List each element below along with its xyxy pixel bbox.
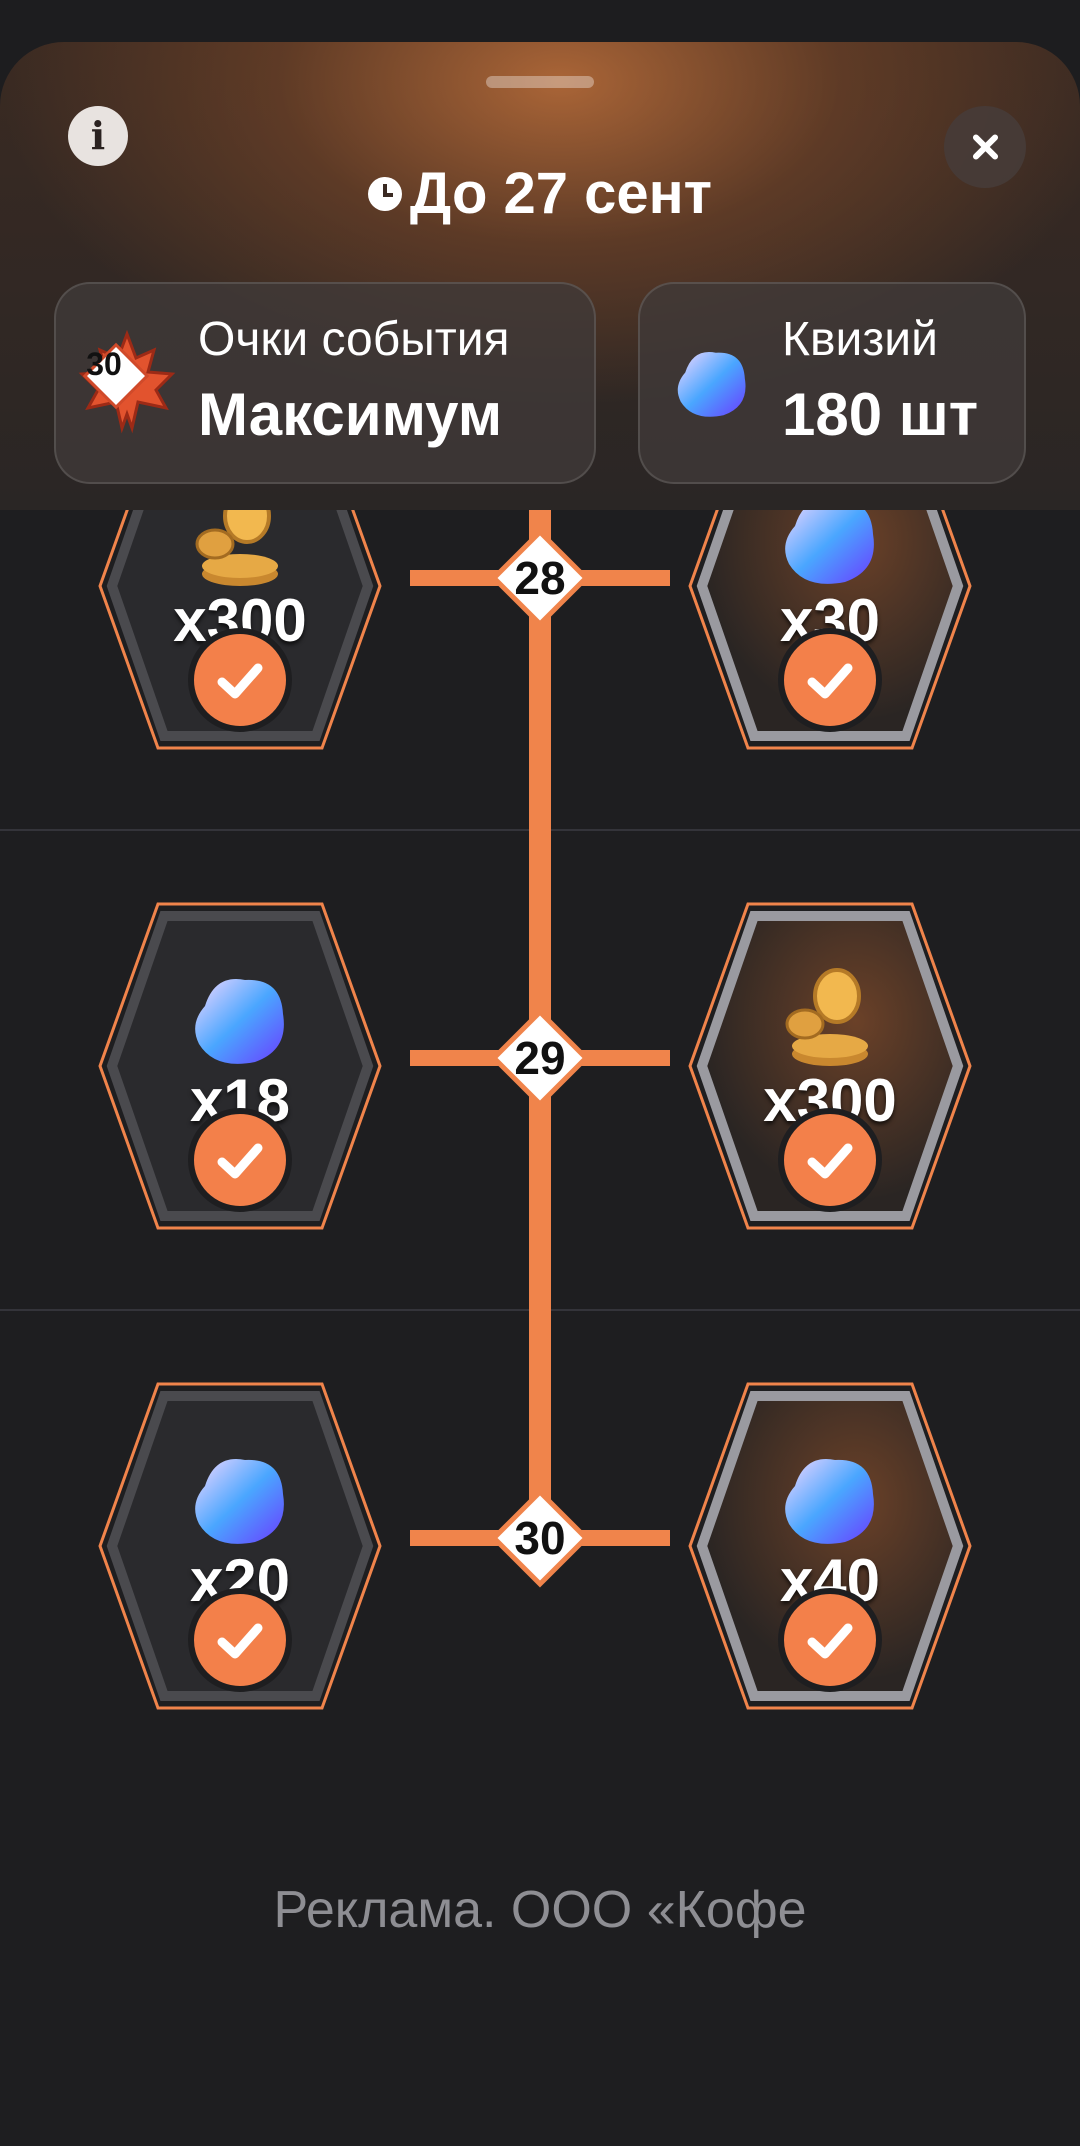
level-badge: 30 xyxy=(490,1488,590,1588)
reward-node-right[interactable]: x300 xyxy=(680,886,980,1232)
maple-leaf-icon xyxy=(78,329,176,434)
level-badge: 28 xyxy=(490,528,590,628)
claimed-check xyxy=(188,1588,292,1692)
clock-icon xyxy=(367,176,402,211)
gem-icon xyxy=(195,1459,284,1544)
claimed-check xyxy=(188,1108,292,1212)
check-icon xyxy=(217,1143,263,1179)
claimed-check xyxy=(778,628,882,732)
info-icon[interactable]: i xyxy=(68,106,128,166)
check-icon xyxy=(807,663,853,699)
rewards-sheet: x300 28 x30 x18 29 x300 x20 30 x40 Рекла… xyxy=(0,42,1080,2146)
currency-value: 180 шт xyxy=(782,381,979,448)
claimed-check xyxy=(778,1588,882,1692)
event-points-card: 30 Очки события Максимум xyxy=(54,282,596,484)
deadline-text: До 27 сент xyxy=(409,161,713,226)
check-icon xyxy=(807,1143,853,1179)
reward-node-right[interactable]: x40 xyxy=(680,1366,980,1712)
currency-card: Квизий 180 шт xyxy=(638,282,1026,484)
drag-handle[interactable] xyxy=(486,76,594,88)
event-points-label: Очки события xyxy=(198,313,510,366)
check-icon xyxy=(217,1623,263,1659)
gem-icon xyxy=(785,1459,874,1544)
check-icon xyxy=(217,663,263,699)
reward-node-left[interactable]: x18 xyxy=(90,886,390,1232)
ad-disclaimer[interactable]: Реклама. ООО «Кофе xyxy=(0,1880,1080,1940)
reward-node-left[interactable]: x20 xyxy=(90,1366,390,1712)
claimed-check xyxy=(778,1108,882,1212)
coins-icon xyxy=(785,968,868,1066)
currency-label: Квизий xyxy=(782,313,938,366)
event-points-badge: 30 xyxy=(86,346,122,382)
check-icon xyxy=(807,1623,853,1659)
claimed-check xyxy=(188,628,292,732)
level-badge: 29 xyxy=(490,1008,590,1108)
gem-icon xyxy=(677,351,746,417)
event-points-value: Максимум xyxy=(198,381,503,448)
event-header: i До 27 сент 30 Очки события Максимум Кв… xyxy=(0,42,1080,510)
event-deadline: До 27 сент xyxy=(0,160,1080,227)
gem-icon xyxy=(195,979,284,1064)
